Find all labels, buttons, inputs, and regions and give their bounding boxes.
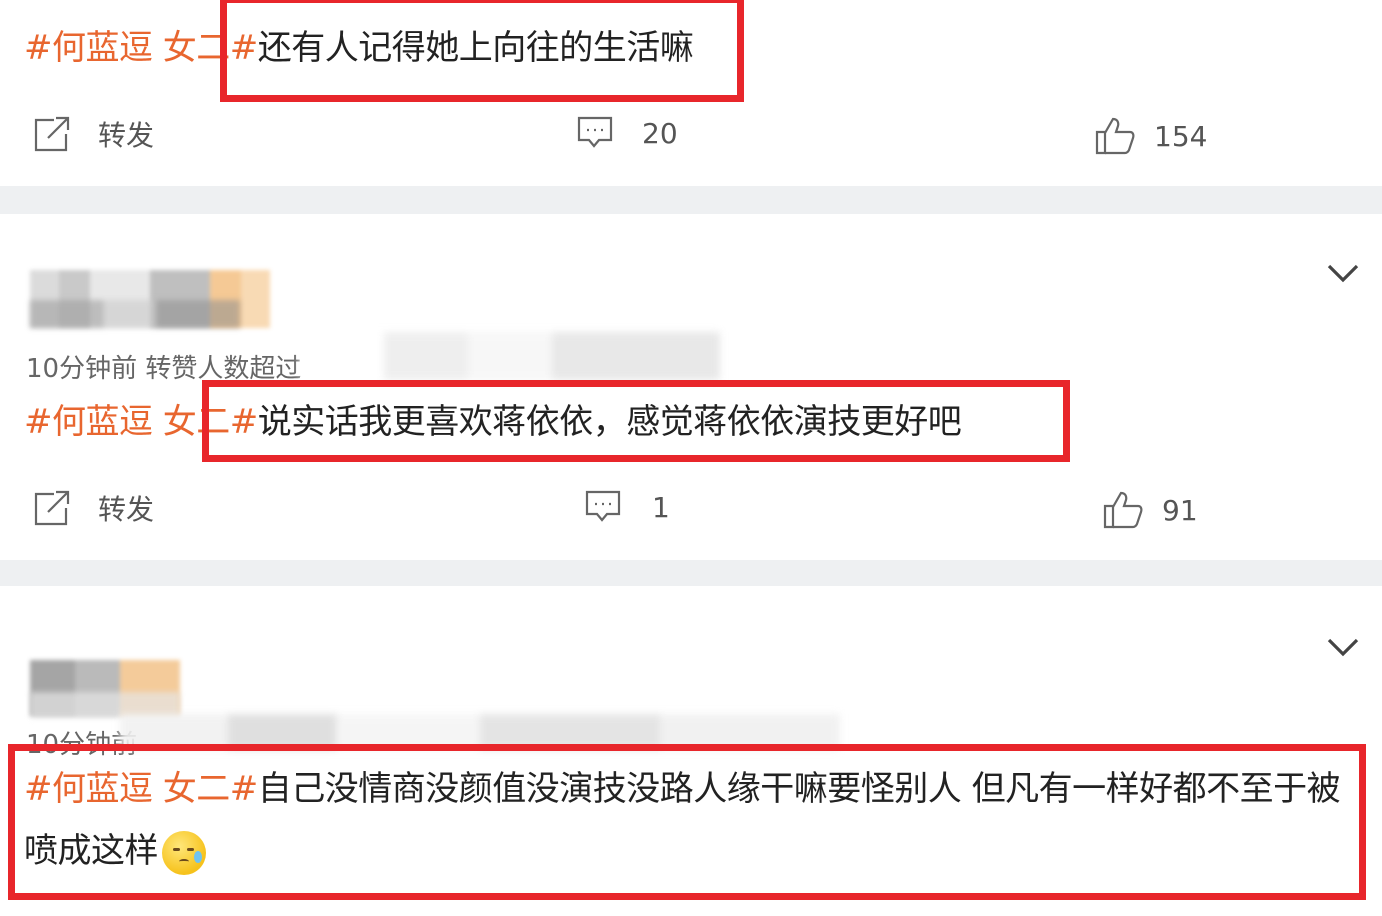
repost-icon (34, 116, 70, 152)
meta-blurred (300, 332, 720, 380)
divider (0, 560, 1382, 586)
chevron-down-icon[interactable] (1326, 262, 1360, 284)
comment-button[interactable]: 1 (584, 488, 670, 526)
post-card-2: 10分钟前 转赞人数超过 #何蓝逗 女二#说实话我更喜欢蒋依依，感觉蒋依依演技更… (0, 214, 1382, 560)
comment-icon (585, 490, 621, 522)
like-count: 154 (1154, 119, 1208, 153)
like-button[interactable]: 154 (1094, 116, 1207, 156)
username-blurred-shade (30, 300, 240, 328)
repost-button[interactable]: 转发 (30, 488, 154, 528)
repost-label: 转发 (98, 119, 155, 152)
repost-label: 转发 (98, 493, 155, 526)
highlight-box (202, 380, 1070, 462)
highlight-box (8, 744, 1366, 900)
post-card-3: 10分钟前 #何蓝逗 女二#自己没情商没颜值没演技没路人缘干嘛要怪别人 但凡有一… (0, 586, 1382, 916)
comment-button[interactable]: 20 (576, 114, 678, 152)
comment-icon (577, 116, 613, 148)
post-card-1: #何蓝逗 女二#还有人记得她上向往的生活嘛 转发 20 154 (0, 0, 1382, 186)
comment-count: 20 (642, 116, 678, 150)
repost-button[interactable]: 转发 (30, 114, 154, 154)
comment-count: 1 (652, 490, 670, 524)
feed: #何蓝逗 女二#还有人记得她上向往的生活嘛 转发 20 154 10分钟前 转赞… (0, 0, 1382, 916)
like-count: 91 (1162, 493, 1198, 527)
chevron-down-icon[interactable] (1326, 636, 1360, 658)
highlight-box (220, 0, 744, 102)
like-button[interactable]: 91 (1102, 490, 1198, 530)
like-icon (1103, 491, 1143, 529)
like-icon (1095, 117, 1135, 155)
divider (0, 186, 1382, 214)
repost-icon (34, 490, 70, 526)
